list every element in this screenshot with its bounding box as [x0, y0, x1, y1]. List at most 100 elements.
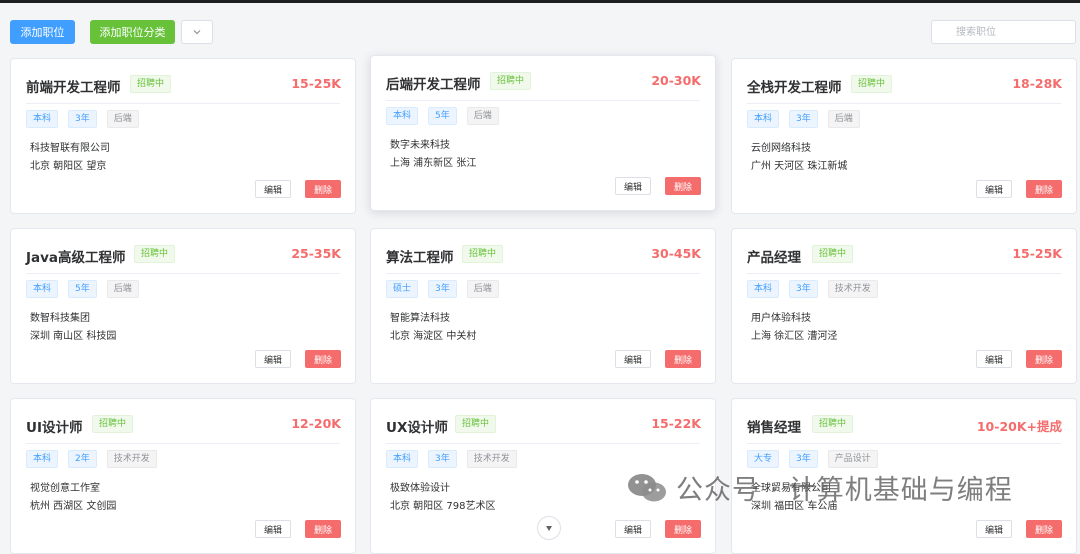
tag-list: 本科 3年 技术开发 — [747, 280, 878, 298]
salary: 15-25K — [291, 76, 341, 91]
edit-button[interactable]: 编辑 — [976, 350, 1012, 368]
education-tag: 本科 — [386, 107, 419, 125]
company-name: 科技智联有限公司 — [30, 143, 110, 154]
experience-tag: 5年 — [68, 280, 97, 298]
tag-list: 大专 3年 产品设计 — [747, 450, 878, 468]
status-badge: 招聘中 — [130, 75, 172, 93]
edit-button[interactable]: 编辑 — [615, 520, 651, 538]
salary: 25-35K — [291, 246, 341, 261]
salary: 15-22K — [651, 416, 701, 431]
job-title: UI设计师 — [26, 420, 83, 436]
company-name: 极致体验设计 — [390, 483, 450, 494]
status-badge: 招聘中 — [92, 415, 134, 433]
job-location: 上海 徐汇区 漕河泾 — [751, 331, 838, 342]
company-name: 数智科技集团 — [30, 313, 90, 324]
education-tag: 本科 — [26, 450, 59, 468]
job-location: 北京 朝阳区 望京 — [30, 161, 107, 172]
job-card-grid: 前端开发工程师 招聘中 15-25K 本科 3年 后端 科技智联有限公司 北京 … — [0, 0, 1080, 554]
category-tag: 后端 — [466, 107, 499, 125]
salary: 10-20K+提成 — [976, 419, 1062, 434]
delete-button[interactable]: 删除 — [1026, 350, 1062, 368]
company-name: 用户体验科技 — [751, 313, 811, 324]
edit-button[interactable]: 编辑 — [976, 520, 1012, 538]
job-title: Java高级工程师 — [26, 250, 126, 266]
salary: 18-28K — [1012, 76, 1062, 91]
experience-tag: 2年 — [68, 450, 97, 468]
experience-tag: 3年 — [68, 110, 97, 128]
status-badge: 招聘中 — [490, 72, 532, 90]
delete-button[interactable]: 删除 — [665, 520, 701, 538]
edit-button[interactable]: 编辑 — [615, 177, 651, 195]
experience-tag: 3年 — [428, 450, 457, 468]
job-title: UX设计师 — [386, 420, 448, 436]
divider — [386, 273, 700, 274]
salary: 20-30K — [651, 73, 701, 88]
education-tag: 大专 — [747, 450, 780, 468]
tag-list: 本科 3年 后端 — [26, 110, 139, 128]
delete-button[interactable]: 删除 — [305, 350, 341, 368]
salary: 15-25K — [1012, 246, 1062, 261]
status-badge: 招聘中 — [134, 245, 176, 263]
education-tag: 本科 — [26, 110, 59, 128]
delete-button[interactable]: 删除 — [1026, 180, 1062, 198]
company-name: 全球贸易有限公司 — [751, 483, 831, 494]
job-location: 深圳 南山区 科技园 — [30, 331, 117, 342]
edit-button[interactable]: 编辑 — [976, 180, 1012, 198]
company-name: 智能算法科技 — [390, 313, 450, 324]
tag-list: 本科 5年 后端 — [26, 280, 139, 298]
job-title: 后端开发工程师 — [386, 77, 481, 93]
delete-button[interactable]: 删除 — [1026, 520, 1062, 538]
job-title: 产品经理 — [747, 250, 801, 266]
status-badge: 招聘中 — [462, 245, 504, 263]
job-card: 销售经理 招聘中 10-20K+提成 大专 3年 产品设计 全球贸易有限公司 深… — [731, 398, 1077, 554]
company-name: 视觉创意工作室 — [30, 483, 100, 494]
category-tag: 后端 — [106, 280, 139, 298]
job-card: Java高级工程师 招聘中 25-35K 本科 5年 后端 数智科技集团 深圳 … — [10, 228, 356, 384]
education-tag: 本科 — [747, 110, 780, 128]
divider — [386, 443, 700, 444]
job-location: 上海 浦东新区 张江 — [390, 158, 477, 169]
delete-button[interactable]: 删除 — [305, 180, 341, 198]
category-tag: 后端 — [466, 280, 499, 298]
job-card: 前端开发工程师 招聘中 15-25K 本科 3年 后端 科技智联有限公司 北京 … — [10, 58, 356, 214]
tag-list: 硕士 3年 后端 — [386, 280, 499, 298]
edit-button[interactable]: 编辑 — [615, 350, 651, 368]
job-card: 全栈开发工程师 招聘中 18-28K 本科 3年 后端 云创网络科技 广州 天河… — [731, 58, 1077, 214]
experience-tag: 3年 — [789, 450, 818, 468]
job-title: 全栈开发工程师 — [747, 80, 842, 96]
experience-tag: 5年 — [428, 107, 457, 125]
divider — [386, 100, 700, 101]
divider — [26, 273, 340, 274]
experience-tag: 3年 — [789, 280, 818, 298]
scroll-down-button[interactable] — [537, 516, 561, 540]
salary: 30-45K — [651, 246, 701, 261]
divider — [747, 273, 1061, 274]
category-tag: 技术开发 — [466, 450, 517, 468]
tag-list: 本科 5年 后端 — [386, 107, 499, 125]
education-tag: 硕士 — [386, 280, 419, 298]
job-title: 前端开发工程师 — [26, 80, 121, 96]
job-title: 销售经理 — [747, 420, 801, 436]
status-badge: 招聘中 — [812, 245, 854, 263]
category-tag: 产品设计 — [827, 450, 878, 468]
job-card: 产品经理 招聘中 15-25K 本科 3年 技术开发 用户体验科技 上海 徐汇区… — [731, 228, 1077, 384]
delete-button[interactable]: 删除 — [665, 177, 701, 195]
education-tag: 本科 — [386, 450, 419, 468]
job-location: 北京 朝阳区 798艺术区 — [390, 501, 496, 512]
tag-list: 本科 3年 技术开发 — [386, 450, 517, 468]
job-location: 北京 海淀区 中关村 — [390, 331, 477, 342]
edit-button[interactable]: 编辑 — [255, 350, 291, 368]
job-card: UI设计师 招聘中 12-20K 本科 2年 技术开发 视觉创意工作室 杭州 西… — [10, 398, 356, 554]
delete-button[interactable]: 删除 — [305, 520, 341, 538]
delete-button[interactable]: 删除 — [665, 350, 701, 368]
edit-button[interactable]: 编辑 — [255, 520, 291, 538]
company-name: 云创网络科技 — [751, 143, 811, 154]
job-location: 广州 天河区 珠江新城 — [751, 161, 848, 172]
divider — [26, 103, 340, 104]
edit-button[interactable]: 编辑 — [255, 180, 291, 198]
category-tag: 后端 — [827, 110, 860, 128]
job-location: 杭州 西湖区 文创园 — [30, 501, 117, 512]
tag-list: 本科 2年 技术开发 — [26, 450, 157, 468]
experience-tag: 3年 — [428, 280, 457, 298]
job-location: 深圳 福田区 车公庙 — [751, 501, 838, 512]
